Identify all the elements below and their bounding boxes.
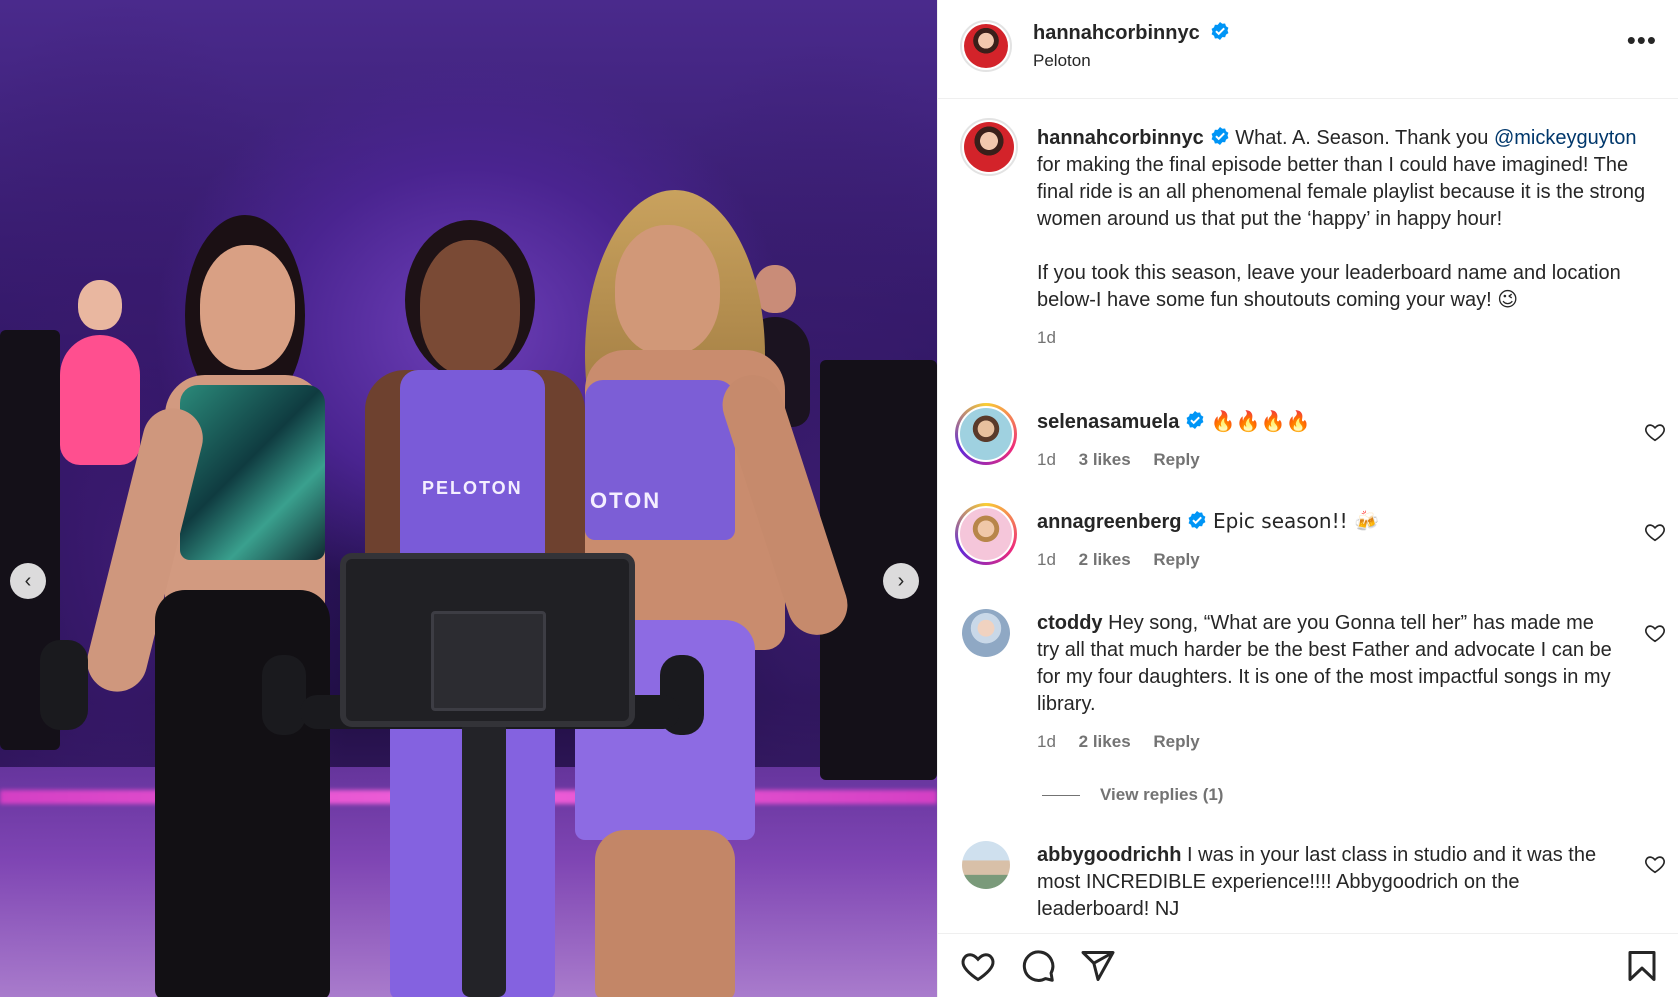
previous-photo-button[interactable]: ‹ — [10, 563, 46, 599]
caption-text: for making the final episode better than… — [1037, 154, 1646, 230]
comment-timestamp: 1d — [1037, 450, 1056, 469]
comment-like-heart-icon[interactable] — [1644, 853, 1666, 875]
author-username[interactable]: hannahcorbinnyc — [1033, 22, 1200, 44]
comment-like-heart-icon[interactable] — [1644, 421, 1666, 443]
comment-item: ctoddy Hey song, “What are you Gonna tel… — [1037, 610, 1617, 755]
view-replies-label: View replies (1) — [1100, 785, 1224, 804]
bike-handle — [40, 640, 88, 730]
caption-paragraph: If you took this season, leave your lead… — [1037, 262, 1621, 311]
bike-screen — [340, 553, 635, 727]
comment-like-heart-icon[interactable] — [1644, 622, 1666, 644]
post-location[interactable]: Peloton — [1033, 51, 1230, 71]
commenter-avatar[interactable] — [962, 841, 1010, 889]
comment-reply-button[interactable]: Reply — [1153, 450, 1199, 469]
next-photo-button[interactable]: › — [883, 563, 919, 599]
commenter-avatar[interactable] — [955, 503, 1017, 565]
bike-stem — [462, 720, 506, 997]
post-action-bar — [938, 933, 1678, 997]
commenter-avatar[interactable] — [962, 609, 1010, 657]
post-header: hannahcorbinnyc Peloton ••• — [938, 0, 1678, 99]
shirt-logo-text: PELOTON — [422, 478, 523, 498]
verified-badge-icon — [1211, 22, 1229, 40]
comment-likes-count[interactable]: 2 likes — [1079, 732, 1131, 751]
caption-text: What. A. Season. Thank you — [1235, 127, 1489, 149]
caption-mention-link[interactable]: @mickeyguyton — [1494, 127, 1637, 149]
replies-divider — [1042, 795, 1080, 797]
share-icon[interactable] — [1080, 948, 1116, 984]
verified-badge-icon — [1189, 511, 1206, 529]
comment-username[interactable]: selenasamuela — [1037, 411, 1179, 433]
comment-timestamp: 1d — [1037, 550, 1056, 569]
comment-reply-button[interactable]: Reply — [1153, 550, 1199, 569]
comment-like-heart-icon[interactable] — [1644, 521, 1666, 543]
comment-likes-count[interactable]: 3 likes — [1079, 450, 1131, 469]
comment-timestamp: 1d — [1037, 732, 1056, 751]
comment-username[interactable]: annagreenberg — [1037, 511, 1181, 533]
view-replies-button[interactable]: View replies (1) — [1042, 785, 1223, 805]
caption-author-avatar[interactable] — [960, 118, 1018, 176]
commenter-avatar[interactable] — [955, 403, 1017, 465]
comment-text: Hey song, “What are you Gonna tell her” … — [1037, 612, 1612, 715]
post-details-panel: hannahcorbinnyc Peloton ••• hannahcorbin… — [937, 0, 1678, 997]
post-caption: hannahcorbinnyc What. A. Season. Thank y… — [1037, 125, 1649, 351]
comment-username[interactable]: ctoddy — [1037, 612, 1103, 634]
verified-badge-icon — [1211, 127, 1229, 145]
comment-username[interactable]: abbygoodrichh — [1037, 844, 1181, 866]
caption-timestamp: 1d — [1037, 328, 1056, 347]
author-avatar[interactable] — [960, 20, 1012, 72]
comment-icon[interactable] — [1020, 948, 1056, 984]
bike-handle — [262, 655, 306, 735]
comment-item: selenasamuela 🔥🔥🔥🔥 1d 3 likes Reply — [1037, 408, 1617, 473]
bookmark-icon[interactable] — [1624, 948, 1660, 984]
caption-author-username[interactable]: hannahcorbinnyc — [1037, 127, 1204, 149]
verified-badge-icon — [1186, 411, 1204, 429]
post-photo[interactable]: OTON PELOTON ‹ › — [0, 0, 937, 997]
comment-text: 🔥🔥🔥🔥 — [1210, 409, 1311, 433]
comment-item: abbygoodrichh I was in your last class i… — [1037, 842, 1617, 923]
more-options-button[interactable]: ••• — [1627, 27, 1657, 53]
comment-likes-count[interactable]: 2 likes — [1079, 550, 1131, 569]
heart-icon[interactable] — [960, 948, 996, 984]
comment-item: annagreenberg Epic season!! 🍻 1d 2 likes… — [1037, 508, 1617, 573]
comment-reply-button[interactable]: Reply — [1153, 732, 1199, 751]
comment-text: Epic season!! 🍻 — [1213, 509, 1379, 533]
